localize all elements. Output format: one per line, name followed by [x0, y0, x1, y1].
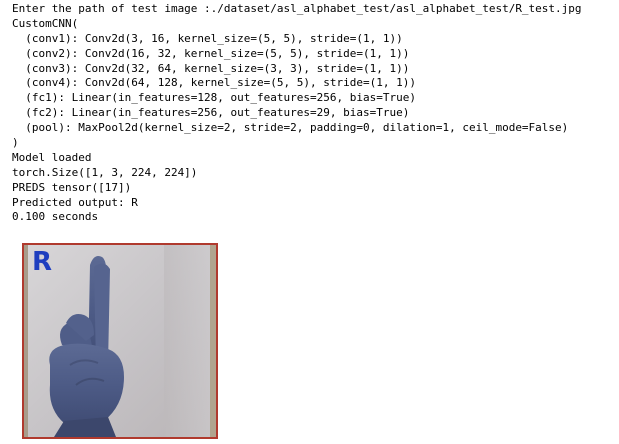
output-line-conv2: (conv2): Conv2d(16, 32, kernel_size=(5, …: [12, 46, 410, 60]
output-line-model-close: ): [12, 136, 19, 150]
output-line-preds: PREDS tensor([17]): [12, 180, 132, 194]
output-line-pool: (pool): MaxPool2d(kernel_size=2, stride=…: [12, 121, 569, 135]
hand-sign-image: [24, 245, 216, 437]
output-line-conv4: (conv4): Conv2d(64, 128, kernel_size=(5,…: [12, 76, 416, 90]
output-line-tensor-size: torch.Size([1, 3, 224, 224]): [12, 165, 198, 179]
console-output: Enter the path of test image :./dataset/…: [12, 2, 582, 225]
output-line-predicted: Predicted output: R: [12, 195, 138, 209]
output-line-timing: 0.100 seconds: [12, 210, 99, 224]
test-image-output: R: [22, 243, 218, 439]
output-line-input-prompt: Enter the path of test image :./dataset/…: [12, 2, 582, 15]
output-line-conv3: (conv3): Conv2d(32, 64, kernel_size=(3, …: [12, 61, 410, 75]
output-line-model-header: CustomCNN(: [12, 16, 79, 30]
output-line-fc2: (fc2): Linear(in_features=256, out_featu…: [12, 106, 410, 120]
sign-letter-label: R: [32, 247, 53, 277]
output-line-fc1: (fc1): Linear(in_features=128, out_featu…: [12, 91, 416, 105]
output-line-conv1: (conv1): Conv2d(3, 16, kernel_size=(5, 5…: [12, 31, 403, 45]
output-line-model-loaded: Model loaded: [12, 150, 92, 164]
